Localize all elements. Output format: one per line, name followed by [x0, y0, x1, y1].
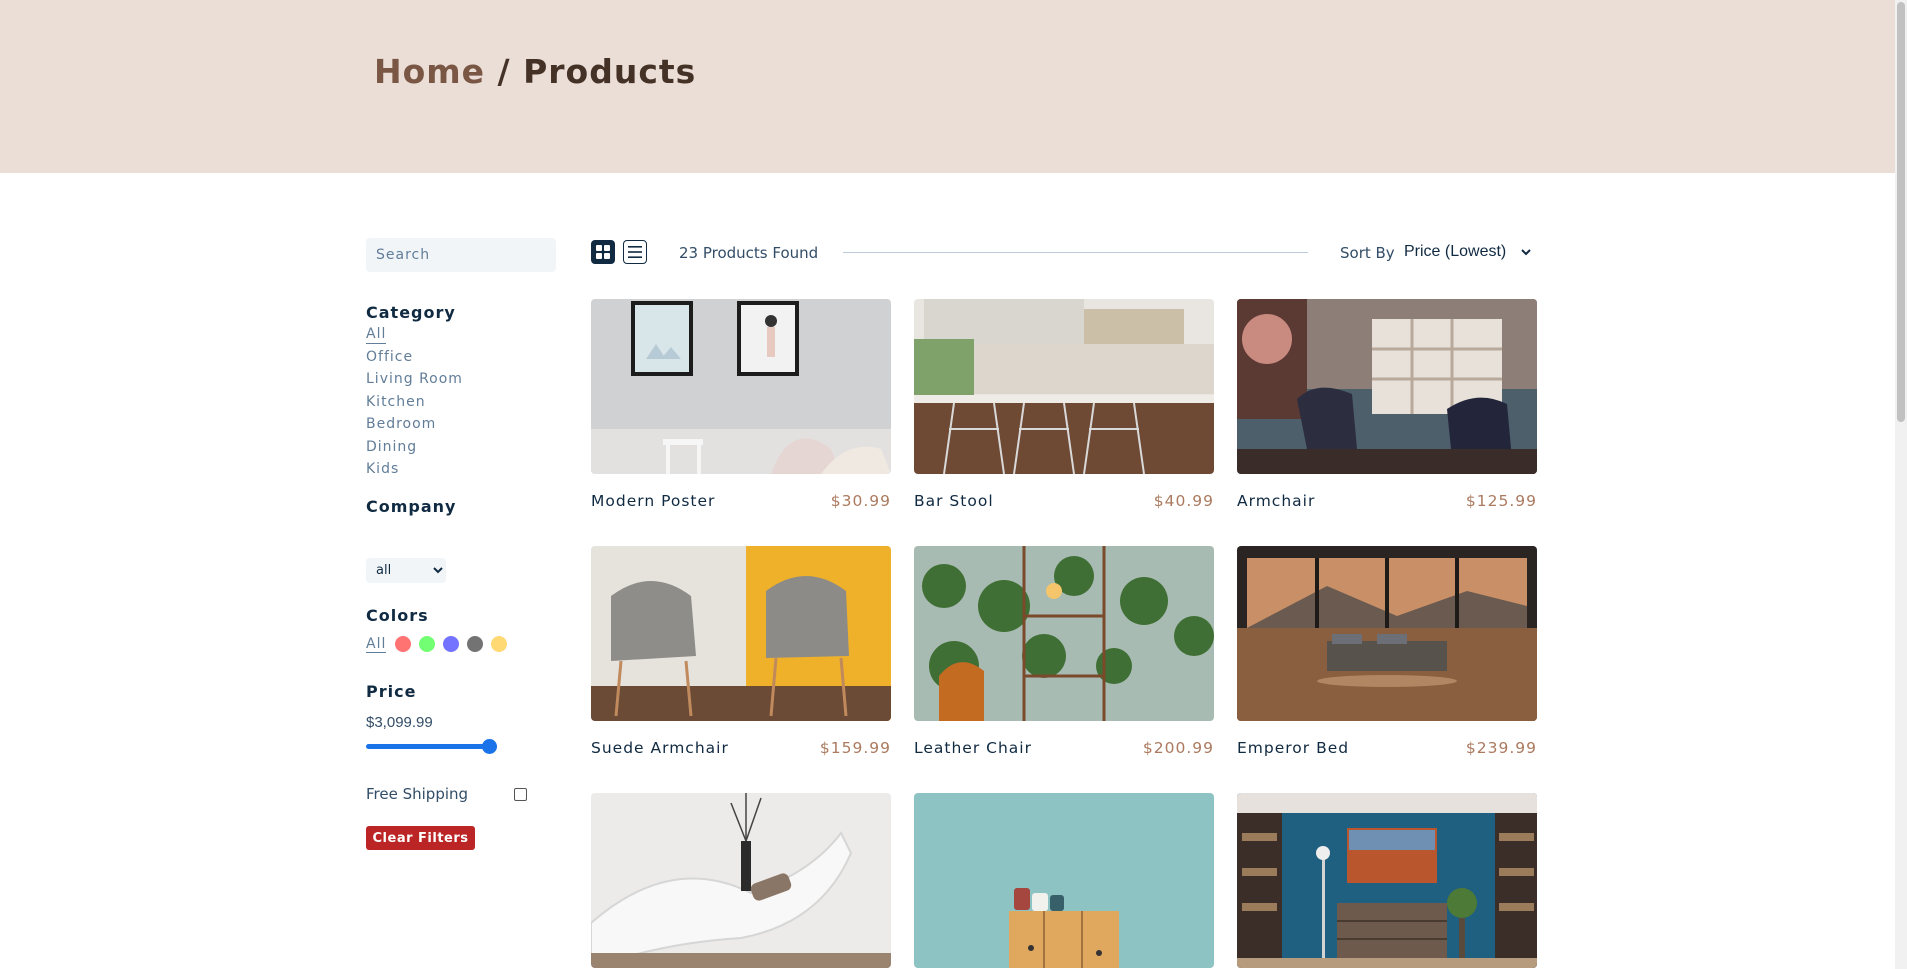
free-shipping-label: Free Shipping	[366, 785, 469, 803]
product-info: Emperor Bed $239.99	[1237, 739, 1537, 759]
toolbar-divider	[843, 252, 1308, 253]
list-icon	[628, 246, 642, 258]
product-info: Modern Poster $30.99	[591, 492, 891, 512]
category-item-kitchen[interactable]: Kitchen	[366, 394, 426, 410]
product-card[interactable]: Modern Poster $30.99	[591, 299, 891, 510]
product-name: Leather Chair	[914, 739, 1032, 757]
product-image[interactable]	[1237, 546, 1537, 721]
colors-title: Colors	[366, 606, 429, 625]
products-count: 23 Products Found	[679, 244, 819, 262]
price-title: Price	[366, 682, 417, 701]
product-name: Suede Armchair	[591, 739, 729, 757]
product-price: $239.99	[1465, 739, 1537, 757]
product-card[interactable]	[1237, 793, 1537, 968]
category-item-dining[interactable]: Dining	[366, 439, 417, 455]
price-range-thumb[interactable]	[482, 739, 497, 754]
breadcrumb-separator: /	[485, 52, 524, 91]
category-item-office[interactable]: Office	[366, 349, 413, 365]
product-info: Bar Stool $40.99	[914, 492, 1214, 512]
product-name: Bar Stool	[914, 492, 994, 510]
product-image[interactable]	[914, 793, 1214, 968]
product-card[interactable]: Bar Stool $40.99	[914, 299, 1214, 510]
color-swatch-blue[interactable]	[443, 636, 460, 652]
product-name: Armchair	[1237, 492, 1316, 510]
breadcrumb: Home / Products	[374, 52, 696, 91]
product-image[interactable]	[591, 546, 891, 721]
price-range-slider[interactable]	[366, 739, 497, 755]
category-item-living-room[interactable]: Living Room	[366, 371, 463, 387]
product-card[interactable]	[591, 793, 891, 968]
product-price: $40.99	[1153, 492, 1214, 510]
product-name: Emperor Bed	[1237, 739, 1350, 757]
product-card[interactable]: Suede Armchair $159.99	[591, 546, 891, 757]
grid-view-button[interactable]	[591, 240, 615, 264]
page-scrollbar[interactable]	[1895, 0, 1907, 969]
color-swatch-red[interactable]	[395, 636, 412, 652]
price-range-track	[366, 744, 497, 749]
sort-label: Sort By	[1340, 244, 1395, 262]
free-shipping-checkbox[interactable]	[514, 788, 527, 801]
filters-sidebar: Category All Office Living Room Kitchen …	[366, 238, 556, 850]
product-info: Armchair $125.99	[1237, 492, 1537, 512]
product-image[interactable]	[591, 793, 891, 968]
price-value: $3,099.99	[366, 714, 433, 731]
product-price: $125.99	[1465, 492, 1537, 510]
company-select[interactable]: all	[366, 558, 446, 583]
product-image[interactable]	[591, 299, 891, 474]
breadcrumb-current: Products	[523, 52, 697, 91]
product-name: Modern Poster	[591, 492, 716, 510]
clear-filters-button[interactable]: Clear Filters	[366, 826, 475, 850]
product-image[interactable]	[1237, 793, 1537, 968]
product-image[interactable]	[914, 299, 1214, 474]
color-all-button[interactable]: All	[366, 636, 387, 653]
list-view-button[interactable]	[623, 240, 647, 264]
category-title: Category	[366, 303, 456, 322]
product-card[interactable]: Armchair $125.99	[1237, 299, 1537, 510]
product-price: $30.99	[830, 492, 891, 510]
products-toolbar: 23 Products Found Sort By Price (Lowest)	[591, 240, 1538, 266]
breadcrumb-home-link[interactable]: Home	[374, 52, 485, 91]
product-card[interactable]	[914, 793, 1214, 968]
product-image[interactable]	[1237, 299, 1537, 474]
category-item-bedroom[interactable]: Bedroom	[366, 416, 436, 432]
colors-row: All	[366, 634, 515, 654]
product-price: $159.99	[819, 739, 891, 757]
color-swatch-green[interactable]	[419, 636, 436, 652]
color-swatch-black[interactable]	[467, 636, 484, 652]
product-price: $200.99	[1142, 739, 1214, 757]
scrollbar-thumb[interactable]	[1897, 2, 1905, 422]
company-title: Company	[366, 497, 457, 516]
product-card[interactable]: Leather Chair $200.99	[914, 546, 1214, 757]
search-input[interactable]	[366, 238, 556, 272]
page-hero: Home / Products	[0, 0, 1907, 173]
chevron-down-icon	[1521, 249, 1531, 256]
category-item-kids[interactable]: Kids	[366, 461, 399, 477]
sort-select[interactable]: Price (Lowest)	[1404, 243, 1506, 261]
product-info: Suede Armchair $159.99	[591, 739, 891, 759]
product-image[interactable]	[914, 546, 1214, 721]
color-swatch-yellow[interactable]	[491, 636, 508, 652]
grid-icon	[596, 245, 610, 259]
product-card[interactable]: Emperor Bed $239.99	[1237, 546, 1537, 757]
category-item-all[interactable]: All	[366, 326, 387, 344]
product-info: Leather Chair $200.99	[914, 739, 1214, 759]
